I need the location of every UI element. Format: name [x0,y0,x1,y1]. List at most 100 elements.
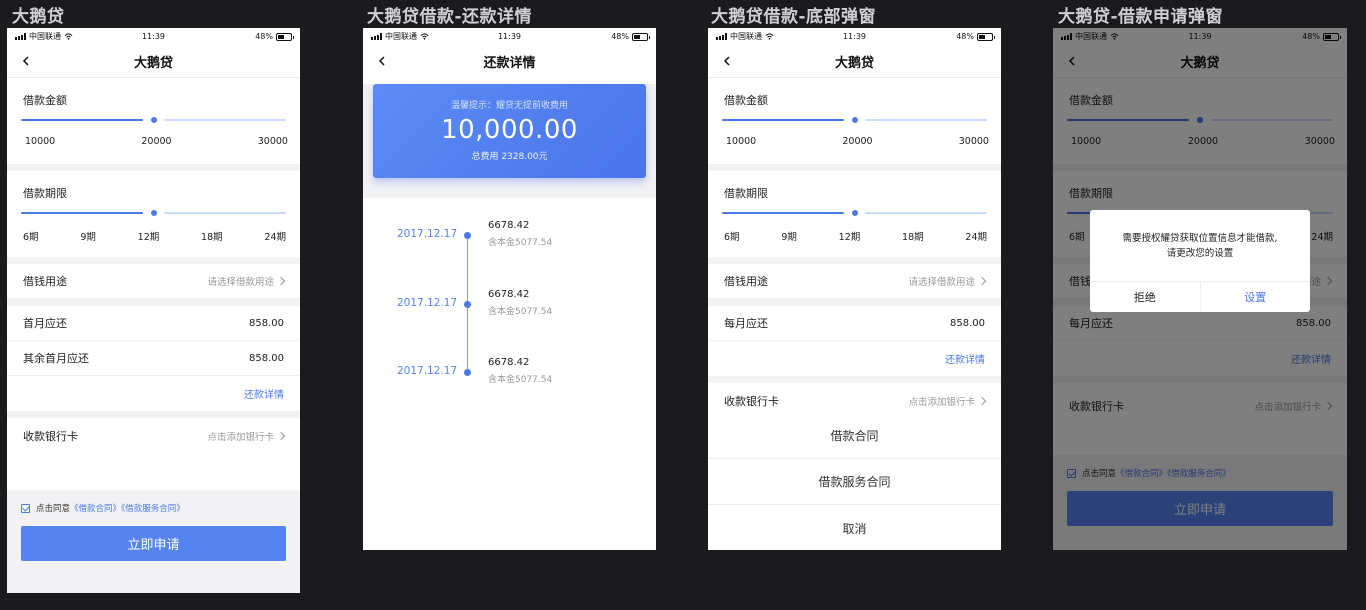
term-tick: 24期 [965,232,987,243]
purpose-label: 借钱用途 [724,275,768,288]
installment-amount: 6678.42 [488,289,530,300]
repay-detail-link[interactable]: 还款详情 [244,386,284,401]
status-bar: 中国联通 11:39 48% [708,28,1001,45]
location-permission-dialog: 需要授权耀贷获取位置信息才能借款, 请更改您的设置 拒绝 设置 [1090,210,1310,312]
amount-tick: 20000 [141,136,172,147]
apply-button[interactable]: 立即申请 [21,526,286,561]
other-months-row: 其余首月应还 858.00 [7,341,300,376]
term-slider-handle[interactable] [149,209,158,217]
wifi-icon [765,33,774,40]
amount-slider-handle[interactable] [149,116,158,124]
agree-checkbox[interactable] [21,503,30,513]
amount-slider[interactable] [722,112,987,128]
repayment-summary-card: 温馨提示：耀贷无提前收费用 10,000.00 总费用 2328.00元 [373,84,646,178]
term-label: 借款期限 [23,187,67,200]
settings-button[interactable]: 设置 [1201,282,1311,312]
bank-card-label: 收款银行卡 [23,429,78,443]
board-title-4: 大鹅贷-借款申请弹窗 [1058,7,1224,27]
amount-tick: 30000 [958,136,989,147]
term-slider-handle[interactable] [850,209,859,217]
screen-repayment-detail: 中国联通 11:39 48% 还款详情 温馨提示：耀贷无提前收费用 10,000… [363,28,656,550]
timeline-dot [464,369,471,376]
term-tick: 18期 [201,232,223,243]
clock: 11:39 [141,32,166,41]
due-date: 2017.12.17 [397,228,458,240]
term-tick: 12期 [838,232,861,243]
sheet-cancel-button[interactable]: 取消 [708,505,1001,550]
bank-card-hint: 点击添加银行卡 [908,396,975,408]
clock: 11:39 [842,32,867,41]
status-bar: 中国联通 11:39 48% [7,28,300,45]
first-month-label: 首月应还 [23,317,67,330]
term-tick: 12期 [137,232,160,243]
amount-section: 借款金额 10000 20000 30000 [708,78,1001,164]
board-title-1: 大鹅贷 [12,7,65,27]
term-slider[interactable] [21,205,286,221]
total-fee: 总费用 2328.00元 [471,152,548,162]
carrier-text: 中国联通 [385,32,417,41]
signal-icon [15,33,26,40]
amount-tick: 30000 [257,136,288,147]
amount-tick: 10000 [25,136,56,147]
tip-text: 温馨提示：耀贷无提前收费用 [450,101,568,111]
timeline-item: 2017.12.17 6678.42 含本金5077.54 [363,357,656,387]
bank-card-label: 收款银行卡 [724,394,779,408]
screen-loan-form: 中国联通 11:39 48% 大鹅贷 借款金额 10000 20000 3000… [7,28,300,593]
carrier-text: 中国联通 [730,32,762,41]
page-title: 大鹅贷 [133,55,173,71]
board-title-3: 大鹅贷借款-底部弹窗 [711,7,877,27]
due-date: 2017.12.17 [397,297,458,309]
loan-amount: 10,000.00 [441,115,578,145]
amount-label: 借款金额 [724,94,768,107]
first-month-value: 858.00 [249,317,284,329]
battery-icon [977,32,995,41]
installment-amount: 6678.42 [488,220,530,231]
timeline-item: 2017.12.17 6678.42 含本金5077.54 [363,220,656,250]
repay-detail-link[interactable]: 还款详情 [945,351,985,366]
nav-bar: 还款详情 [363,45,656,78]
term-section: 借款期限 6期 9期 12期 18期 24期 [7,171,300,257]
agree-prefix: 点击同意 [36,504,71,514]
timeline-item: 2017.12.17 6678.42 含本金5077.54 [363,289,656,319]
other-months-value: 858.00 [249,352,284,364]
wifi-icon [64,33,73,40]
dialog-message-line2: 请更改您的设置 [1166,247,1234,259]
chevron-right-icon [276,431,286,440]
amount-slider[interactable] [21,112,286,128]
installment-amount: 6678.42 [488,357,530,368]
amount-slider-handle[interactable] [850,116,859,124]
bottom-sheet: 借款合同 借款服务合同 取消 [708,413,1001,550]
signal-icon [371,33,382,40]
signal-icon [716,33,727,40]
battery-percent: 48% [956,32,974,41]
chevron-right-icon [276,276,286,286]
back-chevron-icon[interactable] [720,54,734,68]
back-chevron-icon[interactable] [19,54,33,68]
term-slider[interactable] [722,205,987,221]
sheet-service-contract[interactable]: 借款服务合同 [708,459,1001,505]
bank-card-row[interactable]: 收款银行卡 点击添加银行卡 [7,418,300,453]
refuse-button[interactable]: 拒绝 [1090,282,1201,312]
carrier-text: 中国联通 [29,32,61,41]
loan-contract-link[interactable]: 《借款合同》 [70,504,121,514]
amount-tick: 10000 [726,136,757,147]
principal-text: 含本金5077.54 [488,375,553,385]
purpose-row[interactable]: 借钱用途 请选择借款用途 [7,264,300,299]
purpose-row[interactable]: 借钱用途 请选择借款用途 [708,264,1001,299]
sheet-loan-contract[interactable]: 借款合同 [708,413,1001,459]
status-bar: 中国联通 11:39 48% [363,28,656,45]
term-tick: 9期 [781,232,797,243]
purpose-hint: 请选择借款用途 [207,277,274,288]
term-label: 借款期限 [724,187,768,200]
due-date: 2017.12.17 [397,365,458,377]
service-contract-link[interactable]: 《借款服务合同》 [121,504,185,514]
first-month-row: 首月应还 858.00 [7,306,300,341]
back-chevron-icon[interactable] [375,54,389,68]
chevron-right-icon [977,276,987,286]
timeline-dot [464,232,471,239]
page-title: 还款详情 [483,56,536,71]
timeline-dot [464,301,471,308]
term-tick: 6期 [23,232,39,243]
battery-percent: 48% [255,32,273,41]
wifi-icon [420,33,429,40]
